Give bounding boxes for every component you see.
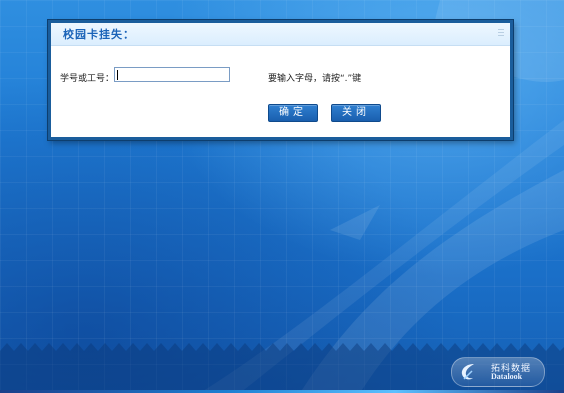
input-hint: 要输入字母，请按“.”键 bbox=[268, 74, 362, 84]
id-field-label: 学号或工号： bbox=[60, 74, 115, 84]
report-loss-dialog: 校园卡挂失： 学号或工号： 要输入字母，请按“.”键 确定 关闭 bbox=[48, 20, 513, 140]
text-cursor bbox=[117, 70, 118, 80]
close-button[interactable]: 关闭 bbox=[331, 104, 381, 122]
desktop-background: 校园卡挂失： 学号或工号： 要输入字母，请按“.”键 确定 关闭 拓科数据 Da… bbox=[0, 0, 564, 393]
id-input[interactable] bbox=[114, 67, 230, 82]
drag-handle-icon[interactable] bbox=[498, 29, 504, 37]
confirm-button[interactable]: 确定 bbox=[268, 104, 318, 122]
logo-swoosh-icon bbox=[461, 364, 474, 380]
dialog-header: 校园卡挂失： bbox=[51, 23, 510, 46]
company-logo: 拓科数据 Datalook bbox=[451, 357, 545, 387]
logo-name-en: Datalook bbox=[491, 372, 523, 381]
dialog-title: 校园卡挂失： bbox=[63, 28, 135, 41]
